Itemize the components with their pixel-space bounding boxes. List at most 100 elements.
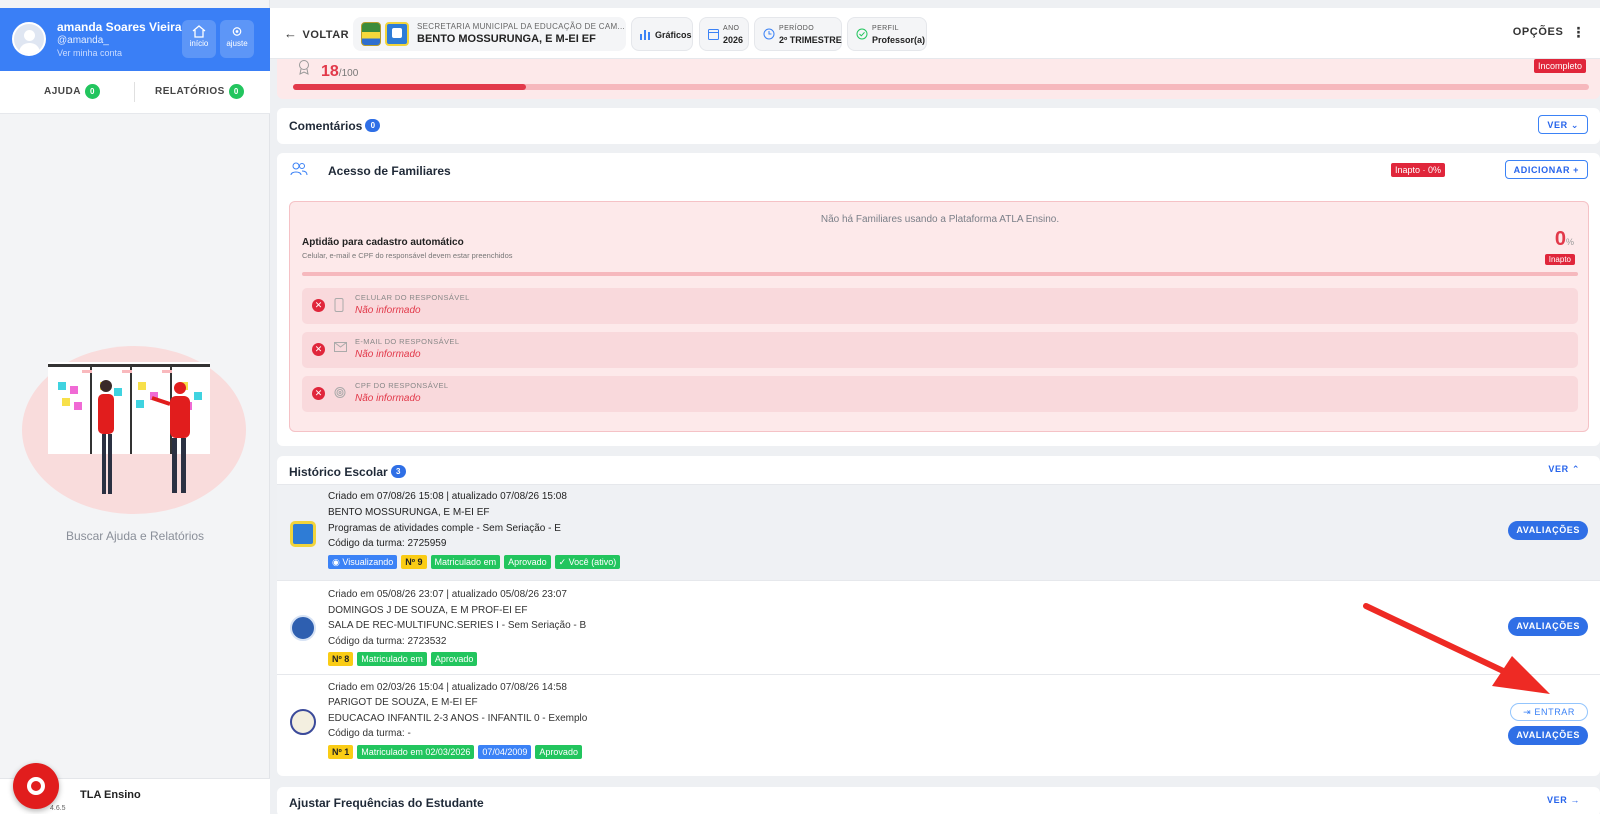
topbar: ← VOLTAR SECRETARIA MUNICIPAL DA EDUCAÇÃO… — [270, 8, 1600, 59]
sidebar-tabs: AJUDA 0 RELATÓRIOS 0 — [0, 71, 270, 114]
view-account-link[interactable]: Ver minha conta — [57, 48, 122, 58]
score-progress-bar — [293, 84, 1589, 90]
add-family-button[interactable]: ADICIONAR + — [1504, 160, 1588, 179]
status-badge: Incompleto — [1533, 59, 1586, 73]
avatar[interactable] — [12, 22, 46, 56]
chevron-up-icon: ⌃ — [1571, 464, 1580, 474]
x-circle-icon: ✕ — [312, 299, 325, 312]
aptitude-subtitle: Celular, e-mail e CPF do responsável dev… — [302, 251, 513, 260]
history-class: SALA DE REC-MULTIFUNC.SERIES I - Sem Ser… — [328, 620, 587, 631]
history-pills: Nº 1 Matriculado em 02/03/2026 07/04/2009 A… — [328, 744, 586, 759]
settings-label: ajuste — [226, 39, 248, 48]
evaluations-button[interactable]: AVALIAÇÕES — [1508, 521, 1588, 540]
enrolled-badge: Matriculado em — [357, 652, 427, 666]
tab-relatorios-label: RELATÓRIOS — [155, 86, 225, 97]
school-logo — [290, 521, 316, 547]
back-button[interactable]: ← VOLTAR — [284, 26, 349, 41]
viewing-badge: ◉ Visualizando — [328, 555, 398, 569]
mail-icon — [334, 342, 347, 352]
attendance-adjust-card: Ajustar Frequências do Estudante VER → — [277, 787, 1600, 814]
user-handle: @amanda_ — [57, 35, 109, 46]
bar-chart-icon — [640, 30, 650, 40]
aptitude-title: Aptidão para cadastro automático — [302, 237, 464, 248]
settings-button[interactable]: ajuste — [220, 20, 254, 58]
comments-title-text: Comentários — [289, 119, 363, 133]
aptitude-progress-bar — [302, 272, 1578, 276]
history-pills: Nº 8 Matriculado em Aprovado — [328, 651, 481, 666]
history-created: Criado em 02/03/26 15:04 | atualizado 07… — [328, 682, 567, 693]
family-status-badge: Inapto · 0% — [1391, 163, 1446, 177]
options-menu[interactable]: OPÇÕES ⋮ — [1513, 24, 1586, 41]
login-icon: ⇥ — [1523, 707, 1532, 717]
chat-button[interactable] — [13, 763, 59, 809]
secretaria-name: SECRETARIA MUNICIPAL DA EDUCAÇÃO DE CAM.… — [417, 22, 626, 31]
history-school: PARIGOT DE SOUZA, E M-EI EF — [328, 697, 478, 708]
gear-icon — [232, 27, 242, 36]
school-logo — [290, 615, 316, 641]
home-button[interactable]: início — [182, 20, 216, 58]
history-created: Criado em 07/08/26 15:08 | atualizado 07… — [328, 491, 567, 502]
history-created: Criado em 05/08/26 23:07 | atualizado 05… — [328, 589, 567, 600]
viewing-badge-label: Visualizando — [342, 557, 394, 567]
number-badge: Nº 9 — [401, 555, 427, 569]
score-card: 18/100 Incompleto — [277, 59, 1600, 99]
score-max: /100 — [338, 68, 359, 79]
chevron-down-icon: ⌄ — [1570, 120, 1579, 130]
school-logo — [385, 22, 409, 46]
requirement-label: E-MAIL DO RESPONSÁVEL — [355, 337, 460, 346]
charts-button[interactable]: Gráficos — [631, 17, 693, 51]
profile-value: Professor(a) — [872, 35, 926, 45]
sidebar: amanda Soares Vieira @amanda_ Ver minha … — [0, 0, 270, 814]
no-family-message: Não há Familiares usando a Plataforma AT… — [820, 214, 1060, 225]
tab-ajuda-count: 0 — [84, 84, 100, 99]
approved-badge: Aprovado — [504, 555, 551, 569]
eye-icon: ◉ — [332, 557, 340, 567]
active-badge-label: Você (ativo) — [568, 557, 617, 567]
more-vertical-icon: ⋮ — [1571, 24, 1586, 41]
attendance-title: Ajustar Frequências do Estudante — [289, 796, 484, 810]
comments-card: Comentários 0 VER ⌄ — [277, 108, 1600, 144]
history-class: EDUCACAO INFANTIL 2-3 ANOS - INFANTIL 0 … — [328, 713, 588, 724]
family-title: Acesso de Familiares — [328, 164, 451, 178]
aptitude-percent: 0% — [1555, 228, 1574, 251]
calendar-icon — [708, 29, 719, 40]
approved-badge: Aprovado — [430, 652, 478, 666]
aptitude-status-badge: Inapto — [1544, 254, 1575, 265]
comments-title: Comentários 0 — [289, 119, 381, 133]
requirement-value: Não informado — [355, 305, 421, 316]
year-selector[interactable]: ANO 2026 — [699, 17, 749, 51]
aptitude-percent-unit: % — [1565, 237, 1574, 247]
charts-label: Gráficos — [655, 30, 692, 40]
requirement-cpf: ✕ CPF DO RESPONSÁVEL Não informado — [302, 376, 1578, 412]
comments-view-button[interactable]: VER ⌄ — [1538, 115, 1588, 134]
approved-badge: Aprovado — [535, 745, 582, 759]
history-class: Programas de atividades comple - Sem Ser… — [328, 523, 561, 534]
requirement-value: Não informado — [355, 393, 421, 404]
enter-button[interactable]: ⇥ ENTRAR — [1510, 703, 1588, 721]
profile-selector[interactable]: PERFIL Professor(a) — [847, 17, 927, 51]
school-selector[interactable]: SECRETARIA MUNICIPAL DA EDUCAÇÃO DE CAM.… — [353, 17, 626, 51]
city-logo — [361, 22, 381, 46]
history-school: DOMINGOS J DE SOUZA, E M PROF-EI EF — [328, 605, 528, 616]
aptitude-percent-value: 0 — [1554, 228, 1566, 250]
phone-icon — [334, 298, 344, 312]
period-selector[interactable]: PERÍODO 2º TRIMESTRE — [754, 17, 842, 51]
tab-relatorios[interactable]: RELATÓRIOS 0 — [155, 84, 244, 99]
tab-ajuda[interactable]: AJUDA 0 — [44, 84, 100, 99]
history-title: Histórico Escolar 3 — [289, 465, 406, 479]
year-label: ANO — [723, 25, 740, 32]
arrow-left-icon: ← — [284, 26, 298, 41]
award-icon — [299, 60, 309, 75]
requirement-email: ✕ E-MAIL DO RESPONSÁVEL Não informado — [302, 332, 1578, 368]
attendance-view-button[interactable]: VER → — [1547, 795, 1580, 805]
profile-label: PERFIL — [872, 25, 899, 32]
home-icon — [192, 25, 206, 38]
history-school: BENTO MOSSURUNGA, E M-EI EF — [328, 507, 490, 518]
back-label: VOLTAR — [302, 29, 350, 41]
history-view-button[interactable]: VER ⌃ — [1548, 464, 1580, 475]
number-badge: Nº 1 — [328, 745, 354, 759]
clock-icon — [763, 28, 775, 40]
evaluations-button[interactable]: AVALIAÇÕES — [1508, 726, 1588, 745]
history-code: Código da turma: 2723532 — [328, 636, 447, 647]
period-value: 2º TRIMESTRE — [779, 35, 842, 45]
